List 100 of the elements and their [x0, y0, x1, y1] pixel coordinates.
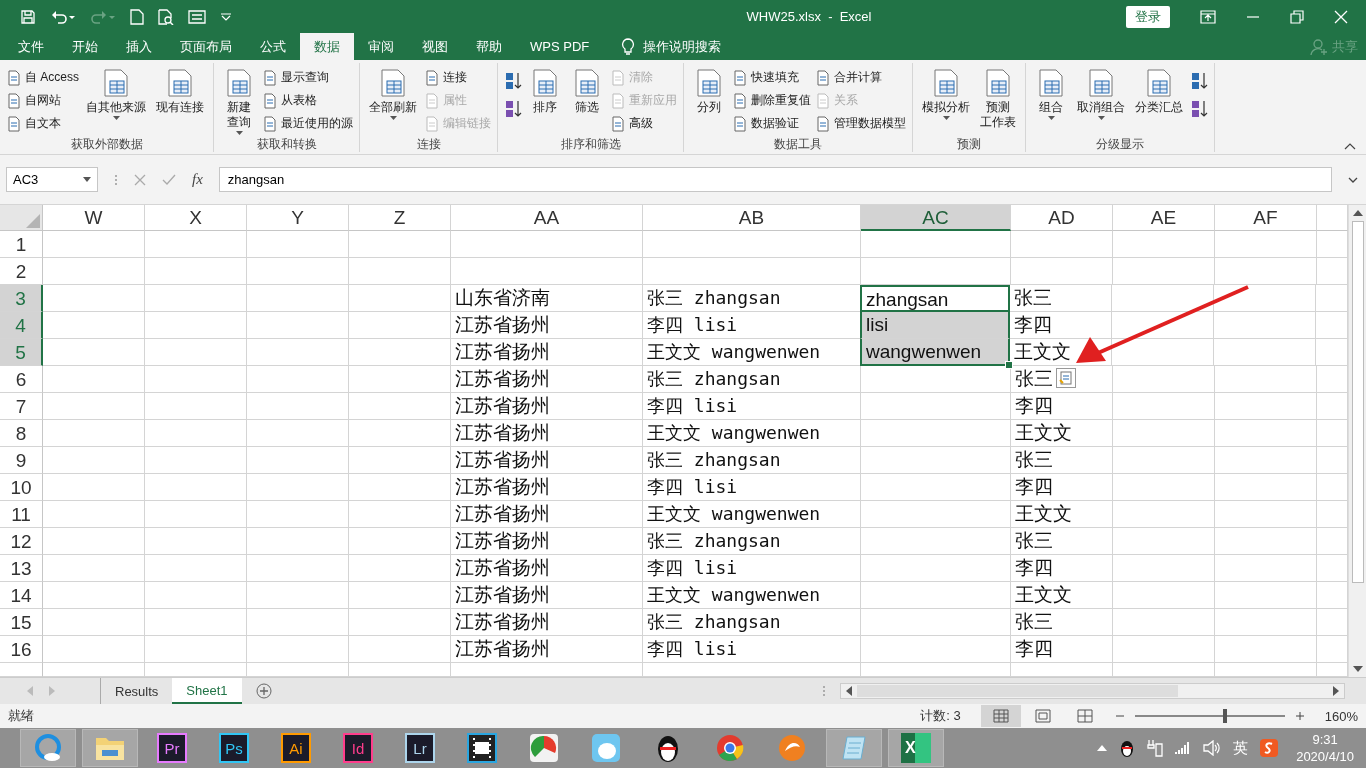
row-header[interactable]: 7 [0, 393, 43, 420]
ribbon-button[interactable]: 分列 [690, 67, 728, 136]
restore-icon[interactable] [1290, 9, 1304, 24]
new-file-icon[interactable] [130, 8, 144, 25]
column-header[interactable]: AD [1011, 205, 1113, 231]
ribbon-button[interactable]: 排序 [526, 67, 564, 136]
battery-icon[interactable] [1147, 739, 1164, 757]
ribbon-tab[interactable]: 帮助 [462, 33, 516, 60]
column-header[interactable]: Z [349, 205, 451, 231]
row-header[interactable]: 4 [0, 312, 43, 339]
sheet-tab[interactable]: Sheet1 [172, 678, 242, 704]
check-icon[interactable] [162, 173, 176, 186]
ribbon-tab[interactable]: 插入 [112, 33, 166, 60]
horizontal-scrollbar[interactable] [840, 683, 1345, 699]
ribbon-button[interactable]: 合并计算 [815, 67, 906, 88]
ribbon-tab[interactable]: 公式 [246, 33, 300, 60]
column-header[interactable]: W [43, 205, 145, 231]
show-hidden-icons-icon[interactable] [1097, 745, 1108, 751]
zoom-level[interactable]: 160% [1324, 708, 1358, 724]
insert-function-button[interactable]: fx [192, 171, 203, 188]
sort-icon[interactable] [504, 71, 522, 91]
row-header[interactable]: 10 [0, 474, 43, 501]
row-header[interactable]: 11 [0, 501, 43, 528]
row-header[interactable]: 12 [0, 528, 43, 555]
zoom-thumb[interactable] [1222, 709, 1227, 723]
input-method-icon[interactable] [1260, 739, 1279, 757]
ribbon-button[interactable]: 分类汇总 [1132, 67, 1186, 136]
customize-caret-icon[interactable] [220, 11, 232, 22]
ribbon-button[interactable]: 组合 [1032, 67, 1070, 136]
ribbon-button[interactable]: 删除重复值 [732, 90, 811, 111]
column-header[interactable]: AC [861, 205, 1011, 231]
row-header[interactable]: 9 [0, 447, 43, 474]
ribbon-button[interactable]: 最近使用的源 [262, 113, 353, 134]
vertical-scrollbar[interactable] [1348, 205, 1366, 677]
close-icon[interactable] [1334, 9, 1348, 24]
ribbon-button[interactable]: 从表格 [262, 90, 353, 111]
taskbar-app[interactable]: Pr [144, 729, 200, 767]
row-header[interactable]: 3 [0, 285, 43, 312]
sort-icon[interactable] [1190, 99, 1208, 119]
penguin-icon[interactable] [1119, 739, 1136, 757]
scroll-down-icon[interactable] [1352, 665, 1363, 673]
ribbon-button[interactable]: 全部刷新 [366, 67, 420, 136]
ribbon-tab[interactable]: 开始 [58, 33, 112, 60]
ribbon-display-icon[interactable] [1200, 9, 1216, 24]
collapse-ribbon-icon[interactable] [1344, 142, 1356, 150]
add-sheet-icon[interactable] [255, 683, 272, 699]
ribbon-tab[interactable]: 视图 [408, 33, 462, 60]
column-header[interactable]: AB [643, 205, 861, 231]
scroll-thumb[interactable] [1351, 221, 1364, 583]
sheet-tab[interactable]: Results [101, 678, 173, 704]
column-header[interactable]: AA [451, 205, 643, 231]
ribbon-button[interactable]: 模拟分析 [919, 67, 973, 136]
print-preview-icon[interactable] [158, 8, 174, 25]
scroll-right-icon[interactable] [1332, 686, 1340, 696]
taskbar-app[interactable]: Ps [206, 729, 262, 767]
cancel-icon[interactable] [134, 173, 146, 186]
ribbon-button[interactable]: 管理数据模型 [815, 113, 906, 134]
ribbon-button[interactable]: 取消组合 [1074, 67, 1128, 136]
column-header[interactable]: Y [247, 205, 349, 231]
ribbon-button[interactable]: 预测 工作表 [977, 67, 1019, 136]
ribbon-tab[interactable]: 审阅 [354, 33, 408, 60]
ribbon-button[interactable]: 新建 查询 [220, 67, 258, 136]
scroll-left-icon[interactable] [845, 686, 853, 696]
ribbon-button[interactable]: 自文本 [6, 113, 79, 134]
row-header[interactable]: 1 [0, 231, 43, 258]
ribbon-button[interactable]: 自 Access [6, 67, 79, 88]
sort-icon[interactable] [504, 99, 522, 119]
form-icon[interactable] [188, 8, 206, 25]
ribbon-button[interactable]: 高级 [610, 113, 677, 134]
ribbon-button[interactable]: 现有连接 [153, 67, 207, 136]
scroll-thumb[interactable] [857, 685, 1178, 697]
taskbar-app[interactable]: Lr [392, 729, 448, 767]
taskbar-app[interactable]: Ai [268, 729, 324, 767]
volume-icon[interactable] [1203, 740, 1222, 756]
save-icon[interactable] [20, 8, 36, 25]
row-header[interactable]: 14 [0, 582, 43, 609]
signal-icon[interactable] [1175, 741, 1192, 755]
ribbon-button[interactable]: 连接 [424, 67, 491, 88]
row-header[interactable]: 5 [0, 339, 43, 366]
scroll-up-icon[interactable] [1352, 209, 1363, 217]
column-header[interactable]: AF [1215, 205, 1317, 231]
ribbon-tab[interactable]: 数据 [300, 33, 354, 60]
ribbon-button[interactable]: 自网站 [6, 90, 79, 111]
normal-view-icon[interactable] [980, 705, 1021, 727]
row-header[interactable]: 15 [0, 609, 43, 636]
zoom-in-icon[interactable] [1294, 711, 1305, 721]
fill-handle[interactable] [1005, 361, 1013, 369]
row-header[interactable]: 8 [0, 420, 43, 447]
row-header[interactable]: 6 [0, 366, 43, 393]
row-header[interactable]: 16 [0, 636, 43, 663]
column-header[interactable]: AE [1113, 205, 1215, 231]
ribbon-button[interactable]: 数据验证 [732, 113, 811, 134]
tell-me-search[interactable]: 操作说明搜索 [635, 33, 730, 60]
sort-icon[interactable] [1190, 71, 1208, 91]
ribbon-button[interactable]: 显示查询 [262, 67, 353, 88]
row-header[interactable]: 13 [0, 555, 43, 582]
ribbon-tab[interactable]: 文件 [4, 33, 58, 60]
name-box[interactable]: AC3 [6, 167, 98, 192]
login-button[interactable]: 登录 [1126, 5, 1170, 28]
flash-fill-options-icon[interactable] [1056, 368, 1076, 388]
